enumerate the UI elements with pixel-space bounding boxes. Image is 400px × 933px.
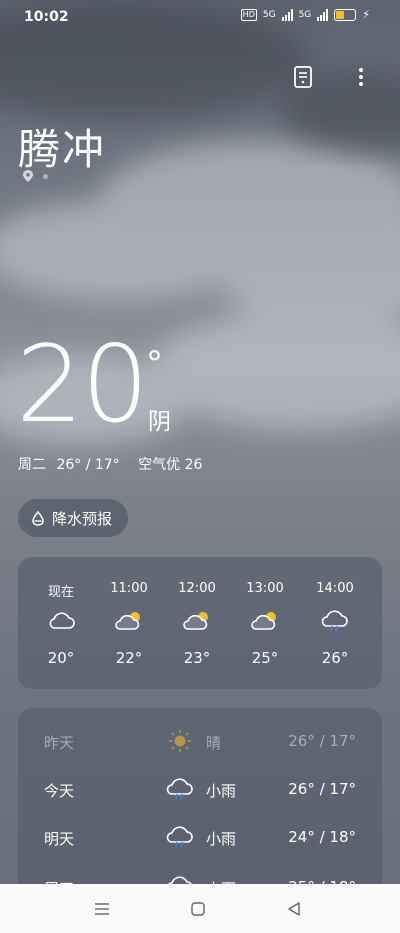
hd-badge: HD — [240, 8, 257, 21]
hour-time: 14:00 — [316, 581, 354, 596]
net-label-1: 5G — [262, 9, 276, 20]
partly-cloudy-icon — [115, 612, 140, 630]
day-condition: 小雨 — [206, 830, 237, 848]
partly-cloudy-icon — [183, 612, 208, 630]
menu-icon — [95, 903, 109, 915]
day-condition: 小雨 — [206, 782, 237, 800]
day-row[interactable]: 明天 小雨 24° / 18° — [18, 818, 382, 858]
daily-forecast-card[interactable]: 昨天 晴 26° / 17° 今天 小雨 26° / 17° 明天 小雨 24°… — [18, 708, 382, 908]
status-bar: 10:02 HD 5G 5G ⚡ — [0, 0, 400, 34]
home-square-icon — [191, 902, 205, 916]
bolt-icon: ⚡ — [362, 8, 370, 21]
page-dot — [43, 173, 48, 179]
day-name: 明天 — [44, 830, 75, 848]
menu-nav-button[interactable] — [90, 898, 114, 920]
home-nav-button[interactable] — [186, 898, 210, 920]
day-range: 26° / 17° — [288, 780, 356, 798]
rain-cloud-icon — [166, 826, 193, 848]
page-indicator — [23, 170, 48, 182]
current-temperature: 20 — [16, 323, 149, 446]
hour-time: 13:00 — [246, 581, 284, 596]
back-nav-button[interactable] — [282, 898, 306, 920]
hour-time: 现在 — [47, 585, 74, 600]
notes-button[interactable] — [290, 64, 316, 90]
today-summary: 周二 26° / 17° 空气优 26 — [18, 454, 202, 474]
rain-cloud-icon — [166, 778, 193, 800]
hour-temp: 22° — [115, 649, 143, 667]
hour-temp: 20° — [47, 649, 75, 667]
hour-temp: 23° — [183, 649, 211, 667]
day-condition: 晴 — [206, 734, 222, 752]
raindrop-icon — [32, 510, 44, 526]
day-name: 今天 — [44, 782, 75, 800]
hour-temp: 26° — [321, 649, 349, 667]
current-condition: 阴 — [148, 409, 171, 435]
notes-icon — [294, 66, 312, 88]
day-range: 26° / 17° — [288, 732, 356, 750]
rain-cloud-icon — [321, 610, 348, 632]
degree-symbol: ° — [146, 344, 163, 384]
day-row[interactable]: 今天 小雨 26° / 17° — [18, 770, 382, 810]
day-name: 昨天 — [44, 734, 75, 752]
hour-time: 12:00 — [178, 581, 216, 596]
signal-icon — [281, 8, 293, 21]
status-time: 10:02 — [24, 9, 69, 25]
signal-icon — [317, 8, 329, 21]
navigation-bar — [0, 884, 400, 933]
city-name[interactable]: 腾冲 — [18, 116, 106, 177]
day-row[interactable]: 昨天 晴 26° / 17° — [18, 722, 382, 762]
weekday: 周二 — [18, 457, 46, 473]
day-range: 24° / 18° — [288, 828, 356, 846]
high-low: 26° / 17° — [56, 457, 120, 473]
cloud-icon — [49, 612, 75, 629]
hour-temp: 25° — [251, 649, 279, 667]
location-pin-icon — [23, 170, 33, 182]
hour-time: 11:00 — [110, 581, 148, 596]
hourly-forecast-card[interactable]: 现在 20° 11:00 22° 12:00 23° 13:00 25° 14:… — [18, 557, 382, 689]
status-icons: HD 5G 5G ⚡ — [240, 8, 370, 21]
air-quality[interactable]: 空气优 26 — [138, 457, 202, 473]
net-label-2: 5G — [298, 9, 312, 20]
precipitation-forecast-button[interactable]: 降水预报 — [18, 499, 129, 537]
more-button[interactable] — [348, 64, 374, 90]
sun-icon — [169, 730, 191, 752]
partly-cloudy-icon — [251, 612, 276, 630]
precipitation-label: 降水预报 — [52, 509, 113, 528]
more-vertical-icon — [359, 68, 363, 86]
battery-icon — [334, 8, 357, 21]
back-triangle-icon — [288, 902, 300, 916]
